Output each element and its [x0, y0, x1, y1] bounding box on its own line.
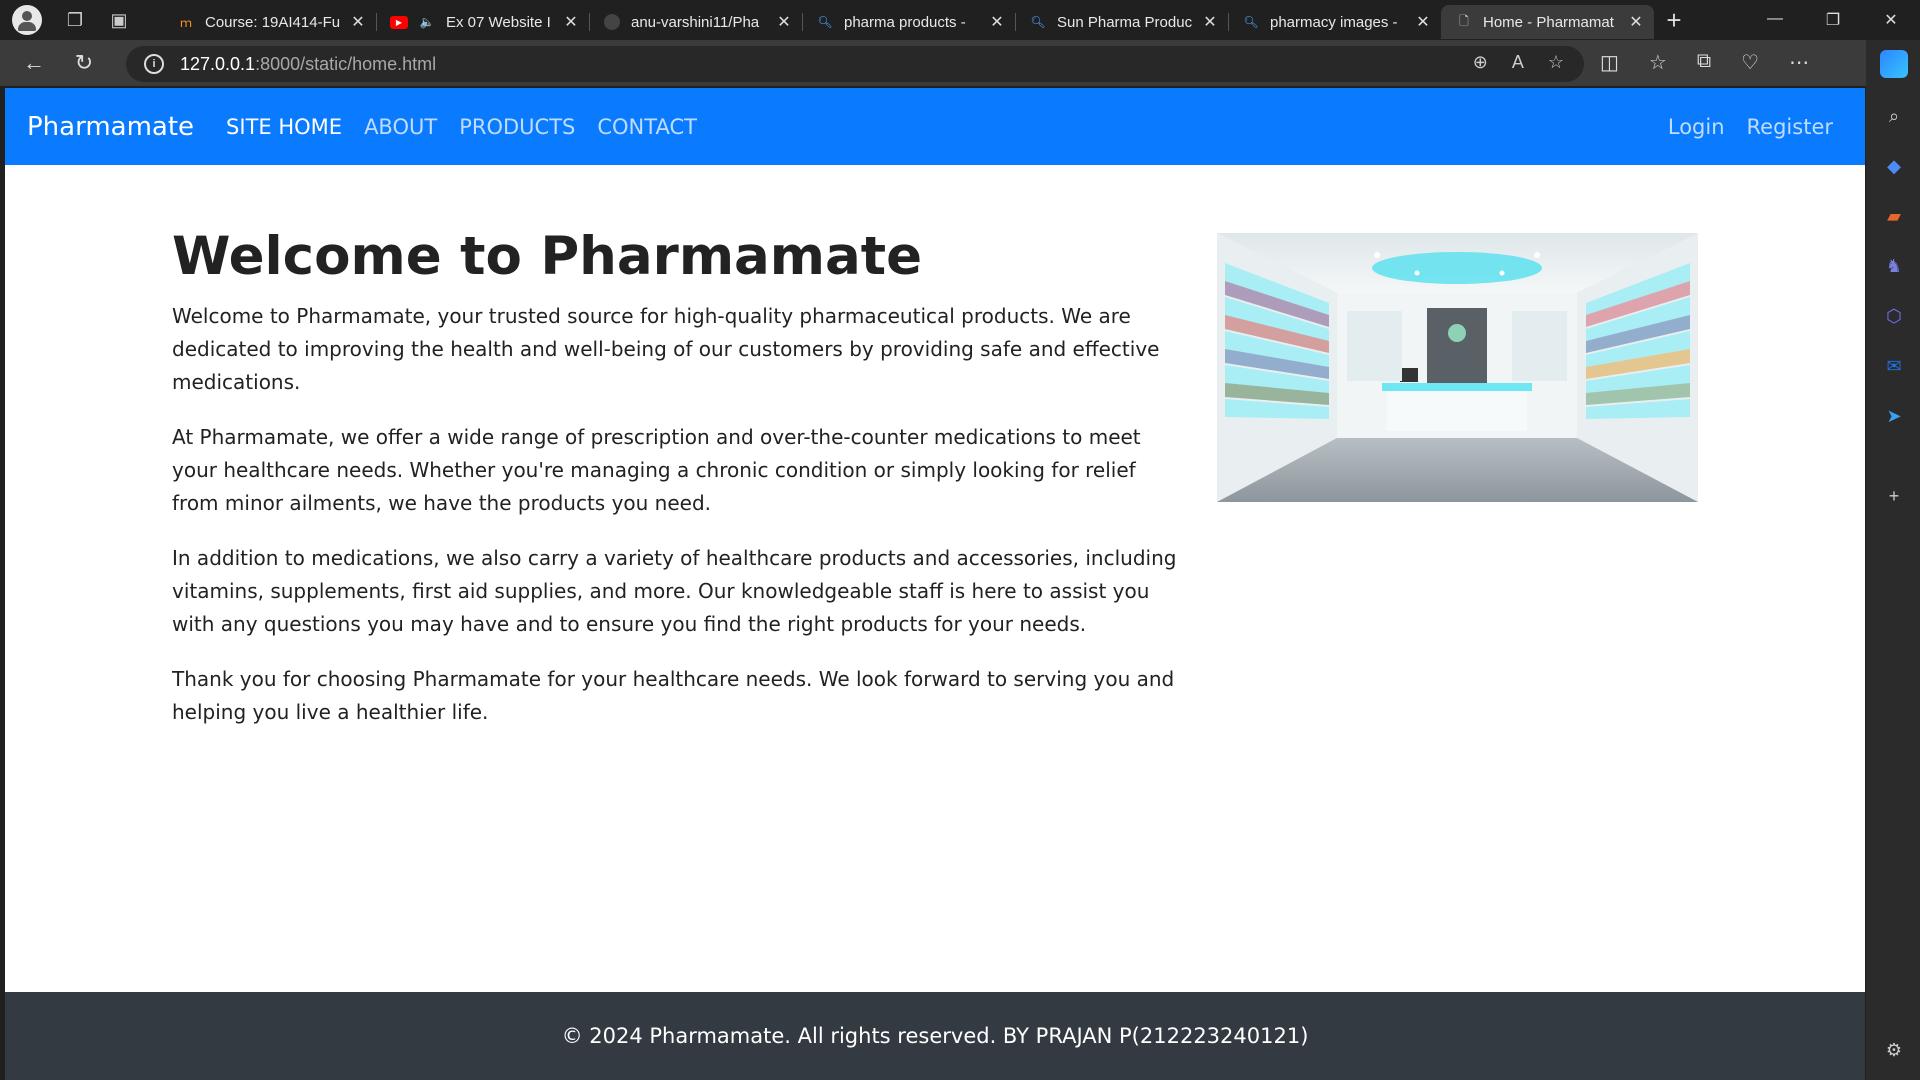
search-icon[interactable]: ⌕	[1880, 102, 1908, 130]
search-icon: 🔍︎	[1243, 15, 1259, 29]
read-aloud-icon[interactable]: A	[1512, 52, 1524, 73]
url-text: 127.0.0.1:8000/static/home.html	[180, 53, 437, 74]
split-screen-icon[interactable]: ◫	[1600, 50, 1619, 75]
add-icon[interactable]: +	[1880, 482, 1908, 510]
outlook-icon[interactable]: ✉	[1880, 352, 1908, 380]
browser-tab[interactable]: anu-varshini11/Pha ✕	[589, 5, 802, 39]
intro-paragraph: At Pharmamate, we offer a wide range of …	[172, 425, 1141, 516]
close-icon[interactable]: ✕	[1202, 12, 1218, 32]
login-link[interactable]: Login	[1668, 115, 1725, 139]
browser-tab[interactable]: 🔍︎ Sun Pharma Produc ✕	[1015, 5, 1228, 39]
pharmacy-store-illustration	[1217, 233, 1698, 502]
close-icon[interactable]: ✕	[563, 12, 579, 32]
nav-link-contact[interactable]: CONTACT	[597, 115, 697, 139]
github-icon	[603, 13, 621, 31]
browser-address-bar: ← ↻ i 127.0.0.1:8000/static/home.html ⊕ …	[0, 40, 1920, 86]
nav-link-products[interactable]: PRODUCTS	[459, 115, 575, 139]
moodle-icon: ｍ	[179, 15, 192, 30]
new-tab-icon[interactable]: +	[1654, 5, 1694, 36]
nav-link-about[interactable]: ABOUT	[364, 115, 437, 139]
intro-paragraph: In addition to medications, we also carr…	[172, 546, 1177, 637]
window-close-icon[interactable]: ✕	[1862, 10, 1920, 30]
footer-copyright: © 2024 Pharmamate. All rights reserved. …	[561, 1024, 1309, 1048]
nav-link-site-home[interactable]: SITE HOME	[226, 115, 342, 139]
browser-tab[interactable]: 🔍︎ pharma products - ✕	[802, 5, 1015, 39]
collections-icon[interactable]: ⧉	[1697, 50, 1711, 75]
browser-tab[interactable]: ▶ 🔈 Ex 07 Website I ✕	[376, 5, 589, 39]
close-icon[interactable]: ✕	[1415, 12, 1431, 32]
microsoft-365-icon[interactable]: ⬡	[1880, 302, 1908, 330]
refresh-icon[interactable]: ↻	[64, 50, 104, 76]
page-title: Welcome to Pharmamate	[172, 226, 923, 287]
browser-tab[interactable]: ｍ Course: 19AI414-Fu ✕	[163, 5, 376, 39]
site-brand[interactable]: Pharmamate	[27, 112, 194, 142]
workspaces-icon[interactable]: ❐	[64, 9, 86, 31]
close-icon[interactable]: ✕	[776, 12, 792, 32]
site-navbar: Pharmamate SITE HOME ABOUT PRODUCTS CONT…	[5, 88, 1865, 165]
search-icon: 🔍︎	[817, 15, 833, 29]
back-arrow-icon[interactable]: ←	[14, 50, 54, 76]
nav-links: SITE HOME ABOUT PRODUCTS CONTACT	[226, 115, 697, 139]
intro-paragraph: Thank you for choosing Pharmamate for yo…	[172, 667, 1175, 725]
youtube-icon: ▶	[390, 13, 408, 31]
favorite-star-icon[interactable]: ☆	[1548, 52, 1564, 73]
favorites-icon[interactable]: ☆	[1649, 50, 1667, 75]
site-info-icon[interactable]: i	[144, 54, 164, 74]
site-footer: © 2024 Pharmamate. All rights reserved. …	[5, 992, 1865, 1080]
page-viewport: Pharmamate SITE HOME ABOUT PRODUCTS CONT…	[5, 88, 1865, 1080]
shopping-tag-icon[interactable]: ◆	[1880, 152, 1908, 180]
auth-links: Login Register	[1668, 115, 1833, 139]
browser-tab-bar: ❐ ▣ ｍ Course: 19AI414-Fu ✕ ▶ 🔈 Ex 07 Web…	[0, 0, 1920, 40]
pharmacy-store-image	[1217, 233, 1698, 502]
intro-text: Welcome to Pharmamate Welcome to Pharmam…	[172, 226, 1182, 751]
browser-essentials-icon[interactable]: ♡	[1741, 50, 1759, 75]
main-content: Welcome to Pharmamate Welcome to Pharmam…	[5, 165, 1865, 992]
url-input[interactable]: i 127.0.0.1:8000/static/home.html ⊕ A ☆	[126, 46, 1584, 82]
edge-sidebar	[1866, 40, 1920, 1080]
vertical-tabs-icon[interactable]: ▣	[108, 9, 130, 31]
minimize-icon[interactable]: —	[1746, 10, 1804, 30]
settings-gear-icon[interactable]: ⚙	[1880, 1036, 1908, 1064]
close-icon[interactable]: ✕	[1628, 12, 1644, 32]
games-icon[interactable]: ♞	[1880, 252, 1908, 280]
register-link[interactable]: Register	[1747, 115, 1833, 139]
restore-icon[interactable]: ❐	[1804, 10, 1862, 30]
send-icon[interactable]: ➤	[1880, 402, 1908, 430]
zoom-icon[interactable]: ⊕	[1473, 52, 1488, 73]
copilot-icon[interactable]	[1880, 50, 1908, 78]
profile-avatar-icon[interactable]	[12, 5, 42, 35]
close-icon[interactable]: ✕	[350, 12, 366, 32]
intro-paragraph: Welcome to Pharmamate, your trusted sour…	[172, 304, 1160, 395]
more-menu-icon[interactable]: ⋯	[1789, 50, 1809, 75]
page-icon: 🗋	[1459, 13, 1469, 28]
speaker-icon[interactable]: 🔈	[418, 13, 436, 31]
close-icon[interactable]: ✕	[989, 12, 1005, 32]
tools-icon[interactable]: ▰	[1880, 202, 1908, 230]
browser-tab[interactable]: 🔍︎ pharmacy images - ✕	[1228, 5, 1441, 39]
browser-tab-active[interactable]: 🗋 Home - Pharmamat ✕	[1441, 5, 1654, 39]
search-icon: 🔍︎	[1030, 15, 1046, 29]
